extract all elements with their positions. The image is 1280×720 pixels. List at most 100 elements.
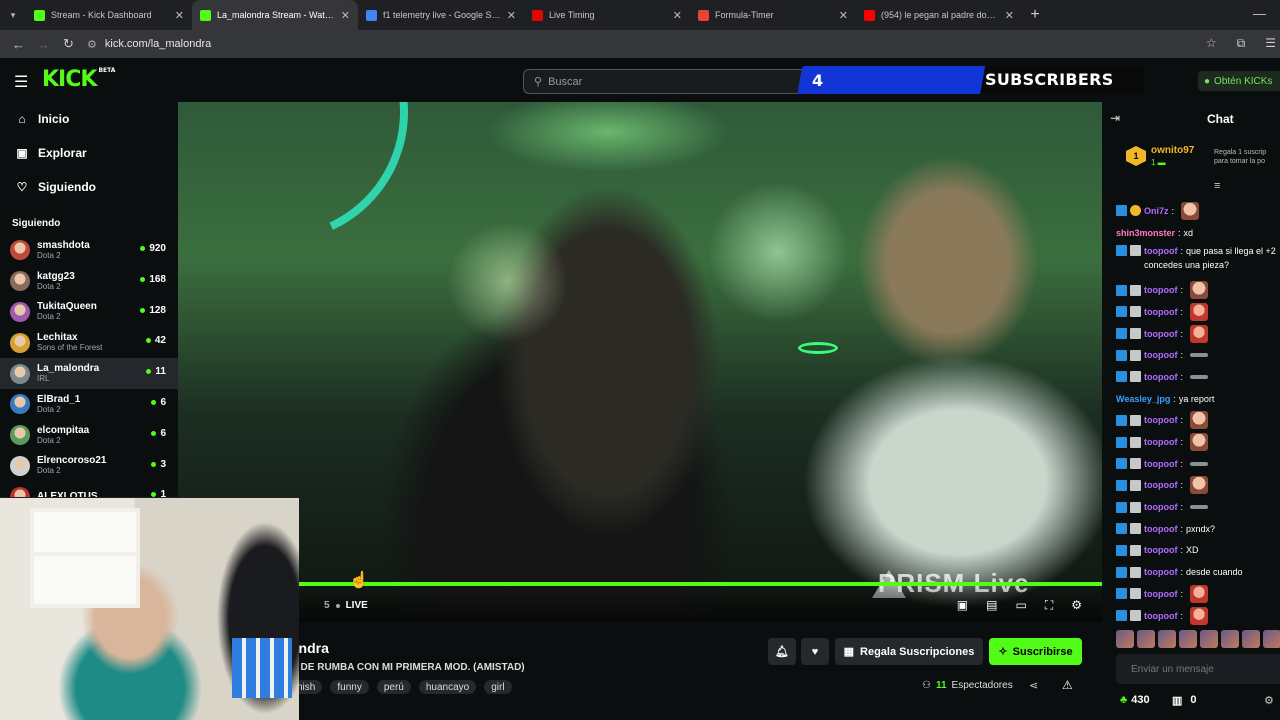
stream-tag[interactable]: huancayo bbox=[418, 680, 477, 694]
forward-button[interactable]: → bbox=[31, 37, 56, 52]
emote-icon[interactable] bbox=[1200, 630, 1218, 648]
pinned-username[interactable]: ownito97 bbox=[1151, 145, 1194, 156]
emote-icon[interactable] bbox=[1263, 630, 1280, 648]
sidebar-nav-explorar[interactable]: ▣ Explorar bbox=[0, 136, 178, 170]
pip-icon[interactable]: ▣ bbox=[957, 598, 968, 613]
emote-icon[interactable] bbox=[1242, 630, 1260, 648]
tab-close-icon[interactable]: ✕ bbox=[839, 9, 848, 22]
search-input[interactable]: ⚲ Buscar bbox=[523, 69, 813, 94]
followed-channel[interactable]: elcompitaa Dota 2 6 bbox=[0, 420, 178, 451]
clip-icon[interactable]: ▤ bbox=[986, 598, 997, 613]
stream-tag[interactable]: perú bbox=[376, 680, 411, 694]
emote-icon[interactable] bbox=[1221, 630, 1239, 648]
chat-username[interactable]: toopoof bbox=[1144, 285, 1177, 295]
kick-logo[interactable]: KICK BETA bbox=[42, 67, 115, 92]
browser-tab[interactable]: Formula-Timer ✕ bbox=[690, 0, 856, 30]
back-button[interactable]: ← bbox=[6, 37, 31, 52]
notify-bell-button[interactable]: 🔔︎ bbox=[768, 638, 796, 665]
followed-channel[interactable]: katgg23 Dota 2 168 bbox=[0, 266, 178, 297]
chat-username[interactable]: shin3monster bbox=[1116, 228, 1175, 238]
new-tab-button[interactable]: + bbox=[1022, 6, 1048, 24]
chat-user-line: toopoof: bbox=[1144, 524, 1186, 534]
bookmark-star-icon[interactable]: ☆ bbox=[1206, 36, 1217, 51]
get-kicks-button[interactable]: ● Obtén KICKs bbox=[1198, 71, 1280, 91]
chat-emote-icon bbox=[1190, 353, 1208, 358]
moderator-badge-icon bbox=[1116, 349, 1127, 361]
collapse-chat-icon[interactable]: ⇥ bbox=[1110, 111, 1120, 125]
chat-username[interactable]: toopoof bbox=[1144, 502, 1177, 512]
tab-close-icon[interactable]: ✕ bbox=[507, 9, 516, 22]
emote-icon[interactable] bbox=[1137, 630, 1155, 648]
chat-username[interactable]: Oni7z bbox=[1144, 206, 1169, 216]
tab-close-icon[interactable]: ✕ bbox=[175, 9, 184, 22]
chat-username[interactable]: toopoof bbox=[1144, 480, 1177, 490]
browser-tab[interactable]: La_malondra Stream - Watch Li ✕ bbox=[192, 0, 358, 30]
sidepanel-icon[interactable]: ☰ bbox=[1265, 36, 1276, 51]
video-player[interactable]: PRISM Live 5 LIVE ▣ ▤ ▭ ⛶ ⚙ ☝ bbox=[178, 102, 1102, 622]
chat-username[interactable]: toopoof bbox=[1144, 372, 1177, 382]
subscriber-badge-icon bbox=[1130, 523, 1141, 535]
chat-username[interactable]: toopoof bbox=[1144, 567, 1177, 577]
chat-username[interactable]: toopoof bbox=[1144, 437, 1177, 447]
subscribe-button[interactable]: ✧ Suscribirse bbox=[989, 638, 1082, 665]
theater-mode-icon[interactable]: ▭ bbox=[1015, 598, 1026, 613]
url-field[interactable]: ⚙ kick.com/la_malondra bbox=[87, 38, 211, 51]
followed-channel[interactable]: Lechitax Sons of the Forest 42 bbox=[0, 327, 178, 358]
chat-username[interactable]: toopoof bbox=[1144, 246, 1177, 256]
menu-icon[interactable]: ☰ bbox=[14, 72, 28, 92]
chat-username[interactable]: toopoof bbox=[1144, 307, 1177, 317]
minimize-button[interactable]: — bbox=[1253, 6, 1266, 21]
share-icon[interactable]: ⋖ bbox=[1029, 679, 1038, 692]
sidebar-nav-inicio[interactable]: ⌂ Inicio bbox=[0, 102, 178, 136]
emote-icon[interactable] bbox=[1158, 630, 1176, 648]
expand-pinned-icon[interactable]: ≡ bbox=[1214, 180, 1220, 192]
browser-tab[interactable]: f1 telemetry live - Google Searc ✕ bbox=[358, 0, 524, 30]
chat-separator: : bbox=[1180, 567, 1183, 578]
chat-username[interactable]: toopoof bbox=[1144, 611, 1177, 621]
follow-heart-button[interactable]: ♥ bbox=[801, 638, 829, 665]
browser-tab[interactable]: Live Timing ✕ bbox=[524, 0, 690, 30]
tab-close-icon[interactable]: ✕ bbox=[341, 9, 350, 22]
fullscreen-icon[interactable]: ⛶ bbox=[1045, 598, 1053, 613]
reload-button[interactable]: ↻ bbox=[56, 36, 81, 52]
tab-close-icon[interactable]: ✕ bbox=[673, 9, 682, 22]
stream-tag[interactable]: girl bbox=[484, 680, 512, 694]
extensions-icon[interactable]: ⧉ bbox=[1237, 36, 1246, 51]
chat-username[interactable]: toopoof bbox=[1144, 329, 1177, 339]
gift-subs-button[interactable]: ▦ Regala Suscripciones bbox=[835, 638, 983, 665]
followed-channel[interactable]: TukitaQueen Dota 2 128 bbox=[0, 297, 178, 328]
followed-channel[interactable]: La_malondra IRL 11 bbox=[0, 358, 178, 389]
tab-favicon-icon bbox=[864, 9, 875, 21]
browser-tab[interactable]: (954) le pegan al padre doming ✕ bbox=[856, 0, 1022, 30]
gift-counter[interactable]: ▥ 0 bbox=[1172, 694, 1197, 707]
chat-username[interactable]: toopoof bbox=[1144, 415, 1177, 425]
tab-search-button[interactable]: ▾ bbox=[0, 0, 26, 30]
channel-name: TukitaQueen bbox=[37, 301, 97, 313]
chat-username[interactable]: toopoof bbox=[1144, 350, 1177, 360]
chat-username[interactable]: toopoof bbox=[1144, 589, 1177, 599]
stream-tag[interactable]: funny bbox=[330, 680, 369, 694]
chat-username[interactable]: toopoof bbox=[1144, 524, 1177, 534]
sidebar-nav-siguiendo[interactable]: ♡ Siguiendo bbox=[0, 170, 178, 204]
tab-favicon-icon bbox=[698, 9, 709, 21]
chat-username[interactable]: toopoof bbox=[1144, 459, 1177, 469]
site-info-icon[interactable]: ⚙ bbox=[87, 38, 97, 51]
emote-icon[interactable] bbox=[1179, 630, 1197, 648]
report-icon[interactable]: ⚠ bbox=[1062, 678, 1073, 692]
chat-username[interactable]: toopoof bbox=[1144, 545, 1177, 555]
subscriber-badge-icon bbox=[1130, 371, 1141, 383]
channel-name: elcompitaa bbox=[37, 424, 90, 436]
tab-close-icon[interactable]: ✕ bbox=[1005, 9, 1014, 22]
followed-channel[interactable]: Elrencoroso21 Dota 2 3 bbox=[0, 451, 178, 482]
channel-points[interactable]: ♣ 430 bbox=[1120, 694, 1150, 706]
chat-settings-icon[interactable]: ⚙ bbox=[1264, 694, 1274, 707]
chat-emote-icon bbox=[1190, 281, 1208, 300]
followed-channel[interactable]: smashdota Dota 2 920 bbox=[0, 235, 178, 266]
chat-username[interactable]: Weasley_jpg bbox=[1116, 394, 1170, 404]
chat-message-input[interactable]: Enviar un mensaje bbox=[1116, 654, 1280, 684]
followed-channel[interactable]: ElBrad_1 Dota 2 6 bbox=[0, 389, 178, 420]
settings-gear-icon[interactable]: ⚙ bbox=[1071, 598, 1082, 613]
browser-tab[interactable]: Stream - Kick Dashboard ✕ bbox=[26, 0, 192, 30]
emote-icon[interactable] bbox=[1116, 630, 1134, 648]
main-nav: ⌂ Inicio ▣ Explorar ♡ Siguiendo bbox=[0, 102, 178, 204]
